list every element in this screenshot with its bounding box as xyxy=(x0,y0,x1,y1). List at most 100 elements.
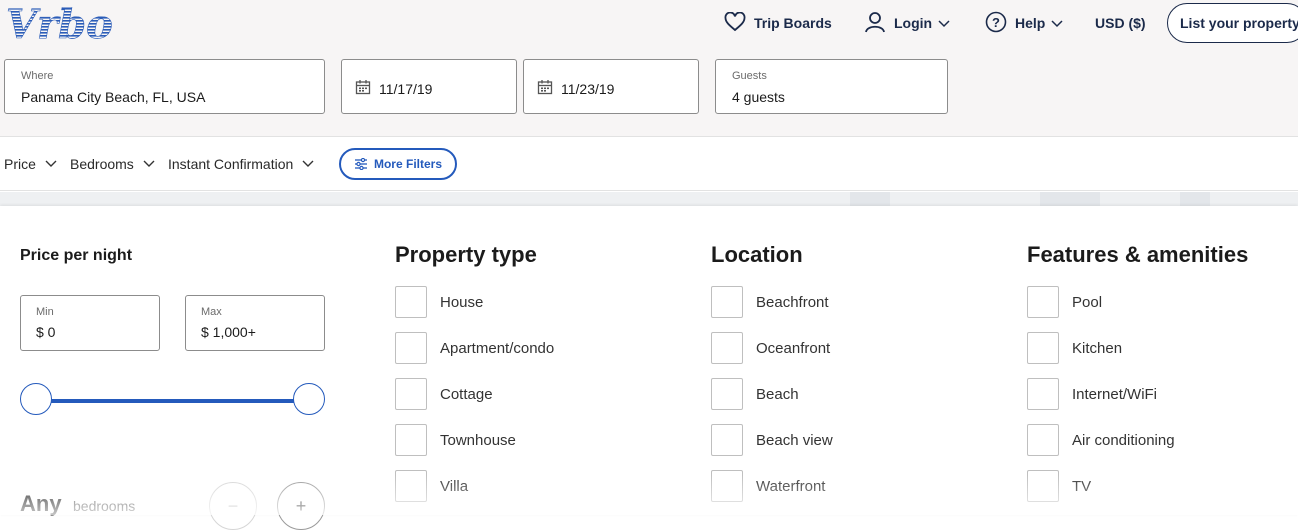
checkout-date-field[interactable]: 11/23/19 xyxy=(523,59,699,114)
option-label: Kitchen xyxy=(1072,339,1123,357)
property-type-option[interactable]: Villa xyxy=(395,470,468,502)
checkbox[interactable] xyxy=(395,378,427,410)
property-type-option[interactable]: Cottage xyxy=(395,378,493,410)
more-filters-button[interactable]: More Filters xyxy=(339,148,457,180)
checkbox[interactable] xyxy=(1027,424,1059,456)
property-type-option[interactable]: House xyxy=(395,286,483,318)
amenity-option[interactable]: Kitchen xyxy=(1027,332,1122,364)
amenity-option[interactable]: Pool xyxy=(1027,286,1102,318)
option-label: House xyxy=(440,293,484,311)
option-label: Villa xyxy=(440,477,469,495)
currency-label: USD ($) xyxy=(1095,15,1146,31)
help-menu[interactable]: ? Help xyxy=(985,0,1063,46)
amenity-option[interactable]: Air conditioning xyxy=(1027,424,1175,456)
property-type-option[interactable]: Townhouse xyxy=(395,424,516,456)
max-price-label: Max xyxy=(201,306,222,318)
price-slider-min-handle[interactable] xyxy=(20,383,52,415)
checkin-value: 11/17/19 xyxy=(379,80,433,97)
checkbox[interactable] xyxy=(1027,378,1059,410)
instant-confirmation-label: Instant Confirmation xyxy=(168,156,294,172)
option-label: Townhouse xyxy=(440,431,516,449)
checkbox[interactable] xyxy=(711,332,743,364)
location-option[interactable]: Beach xyxy=(711,378,799,410)
help-label: Help xyxy=(1015,15,1046,31)
checkbox[interactable] xyxy=(711,470,743,502)
checkbox[interactable] xyxy=(1027,332,1059,364)
chevron-down-icon xyxy=(45,160,57,167)
location-title: Location xyxy=(711,242,803,267)
more-filters-label: More Filters xyxy=(373,157,442,171)
checkbox[interactable] xyxy=(711,424,743,456)
help-icon: ? xyxy=(985,11,1007,36)
option-label: Waterfront xyxy=(756,477,826,495)
location-option[interactable]: Beach view xyxy=(711,424,833,456)
bedrooms-decrement-button[interactable]: − xyxy=(209,482,257,530)
where-label: Where xyxy=(21,70,54,82)
amenity-option[interactable]: TV xyxy=(1027,470,1091,502)
trip-boards-label: Trip Boards xyxy=(754,15,832,31)
min-price-input[interactable]: Min $ 0 xyxy=(20,295,160,351)
option-label: Beach view xyxy=(756,431,833,449)
bedrooms-increment-button[interactable]: + xyxy=(277,482,325,530)
checkbox[interactable] xyxy=(711,286,743,318)
option-label: Pool xyxy=(1072,293,1103,311)
location-option[interactable]: Beachfront xyxy=(711,286,829,318)
currency-selector[interactable]: USD ($) xyxy=(1095,0,1146,46)
min-price-value: $ 0 xyxy=(36,324,56,340)
checkbox[interactable] xyxy=(711,378,743,410)
user-icon xyxy=(864,11,886,36)
option-label: Oceanfront xyxy=(756,339,831,357)
option-label: Internet/WiFi xyxy=(1072,385,1158,403)
property-type-title: Property type xyxy=(395,242,537,267)
map-background xyxy=(0,192,1298,206)
guests-field[interactable]: Guests 4 guests xyxy=(715,59,948,114)
option-label: Beach xyxy=(756,385,799,403)
price-per-night-title: Price per night xyxy=(20,247,133,264)
where-value: Panama City Beach, FL, USA xyxy=(21,89,206,105)
checkout-value: 11/23/19 xyxy=(561,80,615,97)
vrbo-logo[interactable]: Vrbo xyxy=(4,1,132,49)
bedrooms-filter[interactable]: Bedrooms xyxy=(70,156,155,172)
login-label: Login xyxy=(894,15,933,31)
price-slider-track[interactable] xyxy=(36,399,309,403)
checkbox[interactable] xyxy=(395,332,427,364)
svg-text:Vrbo: Vrbo xyxy=(6,2,113,44)
heart-icon xyxy=(724,11,746,35)
price-filter-label: Price xyxy=(4,156,36,172)
login-menu[interactable]: Login xyxy=(864,0,950,46)
price-filter[interactable]: Price xyxy=(4,156,57,172)
filter-bar: Price Bedrooms Instant Confirmation More… xyxy=(0,137,1298,191)
chevron-down-icon xyxy=(938,15,950,31)
chevron-down-icon xyxy=(143,160,155,167)
option-label: Cottage xyxy=(440,385,493,403)
amenity-option[interactable]: Internet/WiFi xyxy=(1027,378,1157,410)
calendar-icon xyxy=(355,79,379,98)
where-field[interactable]: Where Panama City Beach, FL, USA xyxy=(4,59,325,114)
trip-boards-link[interactable]: Trip Boards xyxy=(724,0,832,46)
guests-value: 4 guests xyxy=(732,89,785,105)
option-label: TV xyxy=(1072,477,1092,495)
option-label: Apartment/condo xyxy=(440,339,555,357)
svg-text:?: ? xyxy=(992,15,1000,30)
sliders-icon xyxy=(354,158,367,170)
checkbox[interactable] xyxy=(1027,286,1059,318)
location-option[interactable]: Waterfront xyxy=(711,470,825,502)
calendar-icon xyxy=(537,79,561,98)
features-amenities-title: Features & amenities xyxy=(1027,242,1249,267)
max-price-input[interactable]: Max $ 1,000+ xyxy=(185,295,325,351)
property-type-option[interactable]: Apartment/condo xyxy=(395,332,554,364)
location-option[interactable]: Oceanfront xyxy=(711,332,830,364)
checkbox[interactable] xyxy=(395,286,427,318)
checkin-date-field[interactable]: 11/17/19 xyxy=(341,59,517,114)
checkbox[interactable] xyxy=(395,470,427,502)
option-label: Beachfront xyxy=(756,293,829,311)
more-filters-panel: Price per night Min $ 0 Max $ 1,000+ Any… xyxy=(0,206,1298,530)
bedrooms-filter-label: Bedrooms xyxy=(70,156,134,172)
header: Vrbo Trip Boards Login ? Help USD ($) Li… xyxy=(0,0,1298,137)
price-slider-max-handle[interactable] xyxy=(293,383,325,415)
list-your-property-button[interactable]: List your property xyxy=(1167,3,1298,43)
max-price-value: $ 1,000+ xyxy=(201,324,256,340)
checkbox[interactable] xyxy=(1027,470,1059,502)
checkbox[interactable] xyxy=(395,424,427,456)
instant-confirmation-filter[interactable]: Instant Confirmation xyxy=(168,156,314,172)
